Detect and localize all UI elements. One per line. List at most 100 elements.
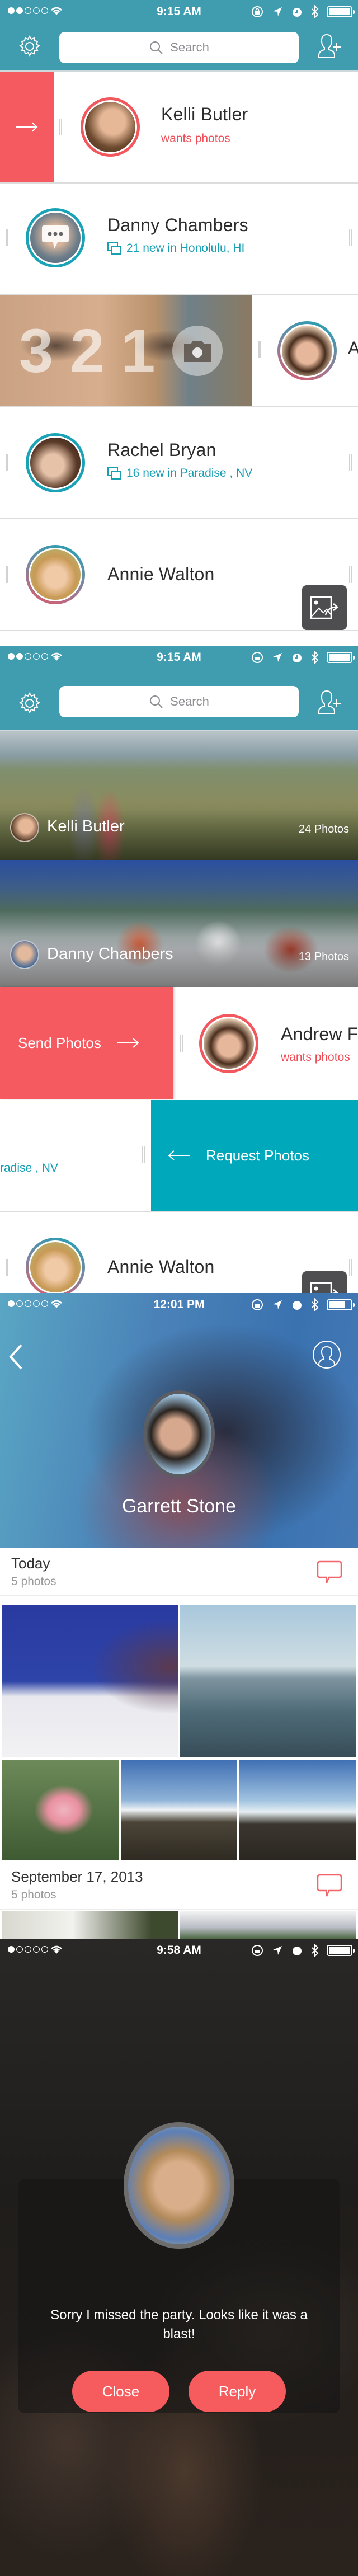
drag-handle[interactable] <box>258 341 261 358</box>
contact-name: Annie Walton <box>107 564 215 584</box>
photo-thumbnail[interactable] <box>2 1911 178 1939</box>
contact-row-capturing[interactable]: 3 2 1 A <box>0 295 358 407</box>
bluetooth-icon <box>312 5 319 18</box>
comment-icon[interactable] <box>317 1560 342 1584</box>
avatar <box>26 208 85 267</box>
avatar <box>10 940 39 969</box>
avatar <box>26 1238 85 1293</box>
photo-thumbnail[interactable] <box>180 1605 356 1757</box>
rotation-lock-icon <box>252 652 263 663</box>
settings-gear-icon[interactable] <box>18 35 41 58</box>
contact-row[interactable]: Rachel Bryan 16 new in Paradise , NV <box>0 407 358 519</box>
card-photo-count: 13 Photos <box>298 951 349 963</box>
avatar <box>26 545 85 604</box>
search-placeholder: Search <box>170 694 209 708</box>
new-photos-status: 21 new in Honolulu, HI <box>107 242 244 255</box>
photos-stack-icon <box>107 467 122 480</box>
drag-handle[interactable] <box>349 566 352 583</box>
location-icon <box>273 7 282 16</box>
contact-name: Kelli Butler <box>161 104 248 124</box>
contact-row[interactable]: Annie Walton <box>0 1212 358 1293</box>
photo-thumbnail[interactable] <box>239 1760 356 1860</box>
drag-handle[interactable] <box>349 454 352 471</box>
contact-name: A <box>348 338 358 358</box>
drag-handle[interactable] <box>6 566 8 583</box>
profile-header: Garrett Stone <box>0 1293 358 1548</box>
section-count: 5 photos <box>11 1888 56 1901</box>
section-title: Today <box>11 1555 50 1572</box>
photo-thumbnail[interactable] <box>2 1760 119 1860</box>
new-photos-status: 16 new in Paradise , NV <box>107 467 252 480</box>
section-count: 5 photos <box>11 1575 56 1588</box>
arrow-right-icon <box>116 1038 139 1048</box>
reply-button[interactable]: Reply <box>189 2371 286 2412</box>
avatar <box>26 433 85 492</box>
send-photos-button[interactable]: Send Photos <box>0 987 173 1099</box>
screen-profile: Garrett Stone 12:01 PM Today 5 photos Se… <box>0 1293 358 1939</box>
photo-card[interactable]: Kelli Butler 24 Photos <box>0 731 358 860</box>
new-photos-status: radise , NV <box>0 1162 58 1174</box>
request-photos-label: Request Photos <box>206 1146 310 1164</box>
contact-row[interactable]: Send Photos Andrew F wants photos <box>0 987 358 1099</box>
contact-name: Annie Walton <box>107 1257 215 1277</box>
add-user-icon[interactable] <box>317 33 341 59</box>
photo-thumbnail[interactable] <box>180 1911 356 1939</box>
contact-status: wants photos <box>161 132 230 145</box>
contact-name: Danny Chambers <box>107 215 248 235</box>
avatar <box>277 321 337 380</box>
drag-handle[interactable] <box>142 1146 145 1163</box>
contact-name: Rachel Bryan <box>107 440 216 460</box>
location-icon <box>273 653 282 662</box>
search-icon <box>150 695 163 708</box>
status-bar: 12:01 PM <box>0 1293 358 1317</box>
countdown-digit: 2 <box>70 316 105 386</box>
profile-icon[interactable] <box>312 1340 341 1369</box>
add-user-icon[interactable] <box>317 689 341 715</box>
contact-row[interactable]: Annie Walton <box>0 519 358 631</box>
bluetooth-icon <box>312 1944 319 1957</box>
settings-gear-icon[interactable] <box>18 692 41 715</box>
share-photos-button[interactable] <box>302 1271 347 1293</box>
new-photos-label: 21 new in Honolulu, HI <box>126 242 245 255</box>
share-photos-button[interactable] <box>302 585 347 630</box>
rotation-lock-icon <box>252 6 263 17</box>
drag-handle[interactable] <box>59 119 62 135</box>
request-photos-button[interactable]: Request Photos <box>151 1100 358 1211</box>
drag-handle[interactable] <box>6 454 8 471</box>
contact-name: Andrew F <box>281 1024 358 1044</box>
drag-handle[interactable] <box>349 1259 352 1276</box>
avatar <box>10 813 39 842</box>
close-button[interactable]: Close <box>72 2371 169 2412</box>
back-chevron-icon[interactable] <box>8 1343 23 1370</box>
contact-row[interactable]: Danny Chambers 21 new in Honolulu, HI <box>0 184 358 295</box>
swipe-action[interactable] <box>0 72 54 182</box>
send-photos-label: Send Photos <box>18 1034 101 1051</box>
drag-handle[interactable] <box>349 229 352 246</box>
chat-bubble-icon <box>42 225 69 249</box>
photo-card[interactable]: Danny Chambers 13 Photos <box>0 860 358 987</box>
comment-icon[interactable] <box>317 1874 342 1897</box>
photo-thumbnail[interactable] <box>2 1605 178 1757</box>
card-name: Kelli Butler <box>47 817 125 835</box>
screen-message-dialog: 9:58 AM Sorry I missed the party. Looks … <box>0 1939 358 2576</box>
card-name: Danny Chambers <box>47 945 173 963</box>
location-icon <box>273 1946 282 1955</box>
photo-thumbnail[interactable] <box>121 1760 237 1860</box>
search-icon <box>150 41 163 54</box>
contact-row[interactable]: radise , NV Request Photos <box>0 1100 358 1212</box>
contact-row[interactable]: Kelli Butler wants photos <box>0 72 358 184</box>
drag-handle[interactable] <box>6 229 8 246</box>
location-icon <box>273 1300 282 1309</box>
photo-section-header: Today 5 photos <box>0 1548 358 1596</box>
card-photo-count: 24 Photos <box>298 823 349 835</box>
countdown-digit: 3 <box>19 316 54 386</box>
bluetooth-icon <box>312 1298 319 1311</box>
share-image-icon <box>310 1282 338 1293</box>
search-input[interactable]: Search <box>59 686 299 717</box>
drag-handle[interactable] <box>6 1259 8 1276</box>
drag-handle[interactable] <box>180 1035 183 1052</box>
search-input[interactable]: Search <box>59 32 299 63</box>
photo-section-header: September 17, 2013 5 photos <box>0 1862 358 1910</box>
battery-icon <box>327 1945 355 1956</box>
status-bar: 9:58 AM <box>0 1939 358 1962</box>
